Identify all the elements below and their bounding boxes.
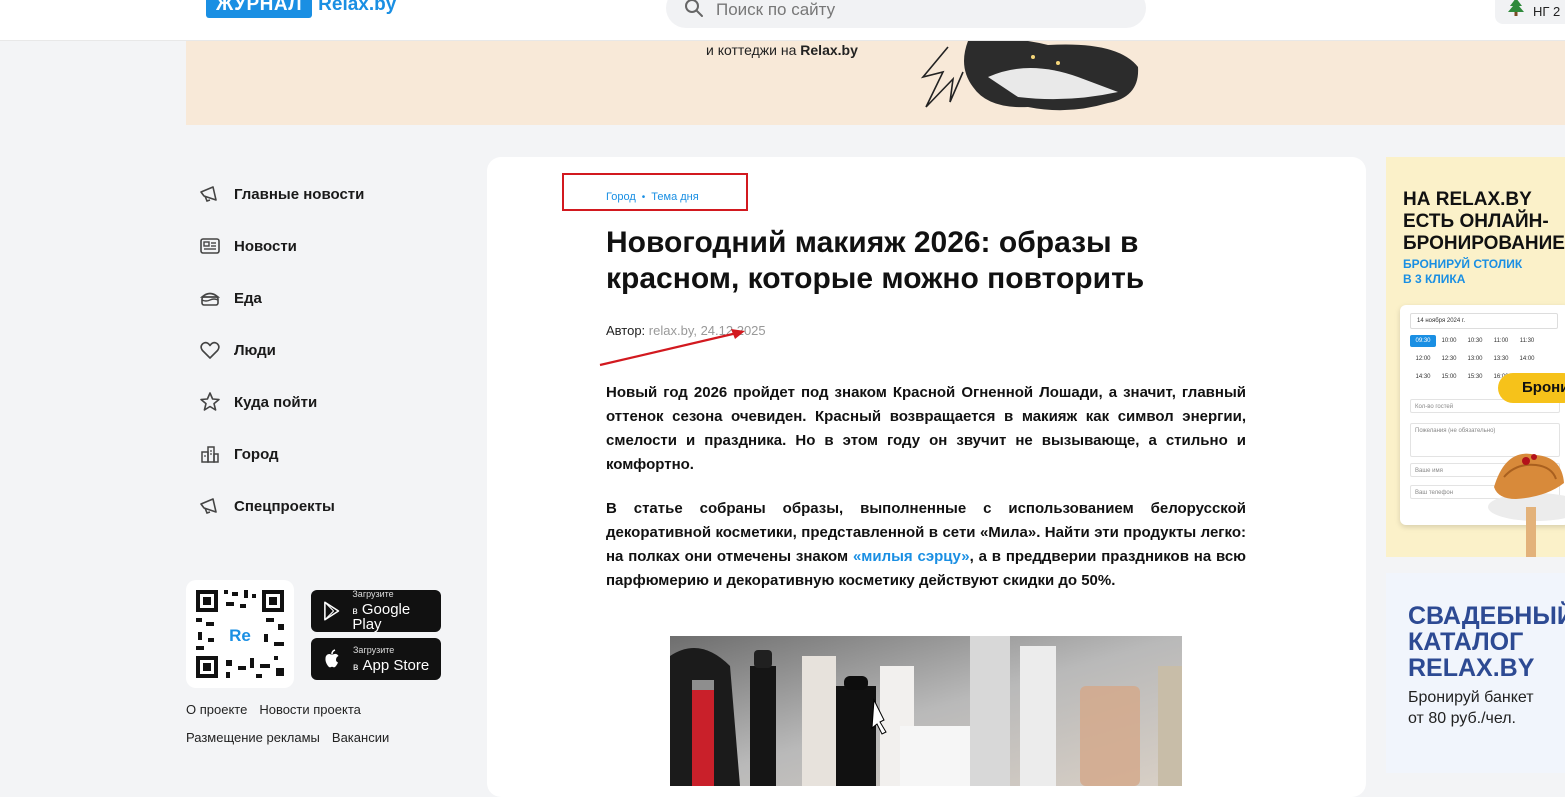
- cosmetics-photo: [670, 636, 1182, 786]
- sidebar-item-label: Главные новости: [234, 185, 365, 203]
- store-small-text: Загрузите: [353, 644, 395, 655]
- sidebar-item-label: Город: [234, 445, 279, 463]
- megaphone-icon: [200, 186, 217, 202]
- footer-links-row-2: Размещение рекламы Вакансии: [186, 730, 389, 745]
- calendar-date: 14 ноября 2024 г.: [1410, 313, 1558, 329]
- breadcrumb-separator: •: [641, 191, 646, 203]
- search-input[interactable]: Поиск по сайту: [666, 0, 1146, 28]
- ad1-subtitle: БРОНИРУЙ СТОЛИК В 3 КЛИКА: [1403, 257, 1523, 286]
- qr-code: Re: [186, 580, 294, 688]
- store-name: App Store: [362, 656, 430, 674]
- store-name: Google Play: [352, 601, 411, 633]
- sidebar-item-city[interactable]: Город: [198, 428, 458, 480]
- search-icon: [685, 0, 703, 17]
- article-card: Город • Тема дня Новогодний макияж 2026:…: [487, 157, 1366, 797]
- sidebar-item-special-projects[interactable]: Спецпроекты: [198, 480, 458, 532]
- footer-link-project-news[interactable]: Новости проекта: [259, 702, 361, 717]
- qr-logo-text: Re: [229, 626, 251, 645]
- annotation-arrow: [599, 329, 745, 367]
- ad-online-booking[interactable]: НА RELAX.BY ЕСТЬ ОНЛАЙН- БРОНИРОВАНИЕ БР…: [1386, 157, 1565, 557]
- christmas-tree-icon: [1508, 0, 1524, 16]
- croissant-illustration: [1488, 453, 1565, 557]
- banner-text: и коттеджи на Relax.by: [706, 42, 858, 58]
- megaphone-icon: [200, 498, 217, 514]
- ng-button[interactable]: НГ 2: [1495, 0, 1565, 24]
- star-icon: [200, 392, 220, 411]
- footer-link-about[interactable]: О проекте: [186, 702, 247, 717]
- site-logo[interactable]: ЖУРНАЛ Relax.by: [206, 0, 396, 18]
- sidebar-item-where-to-go[interactable]: Куда пойти: [198, 376, 458, 428]
- apple-icon: [325, 649, 339, 668]
- footer-links-row-1: О проекте Новости проекта: [186, 702, 361, 717]
- ad1-book-button[interactable]: Брони: [1498, 373, 1565, 403]
- qr-code-image: Re: [196, 590, 284, 678]
- article-title: Новогодний макияж 2026: образы в красном…: [606, 226, 1145, 295]
- article-paragraph: Новый год 2026 пройдет под знаком Красно…: [606, 384, 1246, 473]
- app-store-button[interactable]: Загрузите в App Store: [311, 638, 441, 680]
- ad-wedding-catalog[interactable]: СВАДЕБНЫЙ КАТАЛОГ RELAX.BY Бронируй банк…: [1386, 573, 1565, 773]
- google-play-icon: [324, 601, 340, 621]
- breadcrumb: Город • Тема дня: [606, 191, 699, 203]
- ad2-subtitle: Бронируй банкет от 80 руб./чел.: [1408, 689, 1534, 727]
- article-paragraph: В статье собраны образы, выполненные с и…: [606, 500, 1246, 589]
- logo-journal: ЖУРНАЛ: [206, 0, 313, 18]
- sidebar-item-main-news[interactable]: Главные новости: [198, 168, 458, 220]
- breadcrumb-item-city[interactable]: Город: [606, 191, 636, 203]
- sidebar-item-news[interactable]: Новости: [198, 220, 458, 272]
- sidebar-item-label: Новости: [234, 237, 297, 255]
- sidebar-item-label: Куда пойти: [234, 393, 318, 411]
- footer-link-advertising[interactable]: Размещение рекламы: [186, 730, 320, 745]
- ad1-title: НА RELAX.BY ЕСТЬ ОНЛАЙН- БРОНИРОВАНИЕ: [1403, 189, 1565, 254]
- promo-banner[interactable]: и коттеджи на Relax.by: [186, 41, 1565, 125]
- mila-link[interactable]: «милыя сэрцу»: [853, 548, 970, 565]
- heart-icon: [200, 341, 220, 359]
- buildings-icon: [201, 446, 219, 463]
- article-photo: [670, 636, 1182, 786]
- cake-icon: [199, 292, 221, 306]
- sidebar-nav: Главные новости Новости Еда Люди Куда по…: [198, 168, 458, 532]
- logo-relax: Relax.by: [318, 0, 397, 15]
- breadcrumb-item-topic[interactable]: Тема дня: [651, 191, 698, 203]
- newspaper-icon: [200, 238, 220, 254]
- search-placeholder: Поиск по сайту: [716, 0, 836, 19]
- banner-illustration: [920, 41, 1139, 111]
- footer-link-vacancies[interactable]: Вакансии: [332, 730, 389, 745]
- sidebar-item-food[interactable]: Еда: [198, 272, 458, 324]
- ad2-title: СВАДЕБНЫЙ КАТАЛОГ RELAX.BY: [1408, 602, 1565, 682]
- sidebar-item-label: Люди: [234, 341, 276, 359]
- ng-label: НГ 2: [1533, 3, 1561, 19]
- store-small-text: Загрузите: [352, 589, 394, 599]
- top-bar: ЖУРНАЛ Relax.by Поиск по сайту НГ 2: [0, 0, 1565, 41]
- sidebar-item-people[interactable]: Люди: [198, 324, 458, 376]
- sidebar-item-label: Еда: [234, 289, 262, 307]
- google-play-button[interactable]: Загрузите в Google Play: [311, 590, 441, 632]
- sidebar-item-label: Спецпроекты: [234, 497, 335, 515]
